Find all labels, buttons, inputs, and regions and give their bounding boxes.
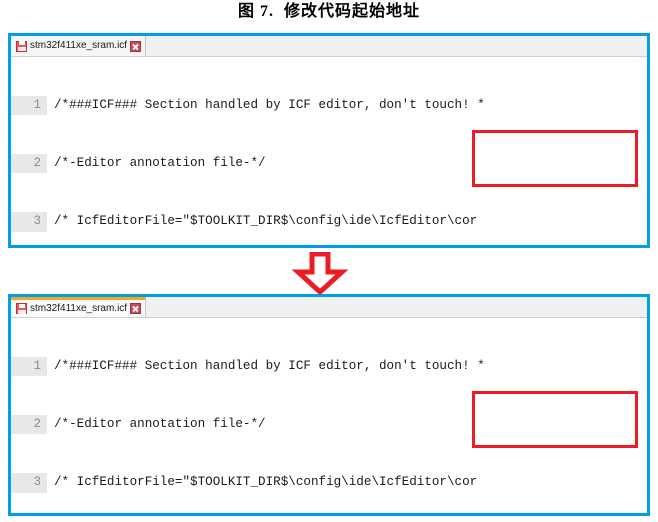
line-text: /*-Editor annotation file-*/ (54, 156, 266, 171)
code-line: 2 /*-Editor annotation file-*/ (11, 415, 647, 435)
line-text: /* IcfEditorFile="$TOOLKIT_DIR$\config\i… (54, 214, 478, 229)
close-icon[interactable] (130, 303, 142, 314)
down-arrow-icon (292, 252, 348, 294)
line-text: /* IcfEditorFile="$TOOLKIT_DIR$\config\i… (54, 475, 478, 490)
code-line: 1 /*###ICF### Section handled by ICF edi… (11, 356, 647, 377)
editor-panel-before: stm32f411xe_sram.icf 1 /*###ICF### Secti… (8, 33, 650, 248)
close-icon[interactable] (130, 40, 142, 52)
line-text: /*###ICF### Section handled by ICF edito… (54, 97, 485, 112)
tab-bar-before: stm32f411xe_sram.icf (11, 36, 647, 57)
line-number: 1 (11, 95, 47, 116)
code-line: 1 /*###ICF### Section handled by ICF edi… (11, 95, 647, 116)
line-number: 1 (11, 356, 47, 377)
code-line: 2 /*-Editor annotation file-*/ (11, 154, 647, 174)
tab-bar-empty-space (146, 297, 647, 317)
tab-label: stm32f411xe_sram.icf (30, 40, 128, 51)
line-number: 2 (11, 154, 47, 174)
line-number: 3 (11, 212, 47, 232)
code-line: 3 /* IcfEditorFile="$TOOLKIT_DIR$\config… (11, 212, 647, 232)
tab-label: stm32f411xe_sram.icf (30, 302, 128, 314)
figure-caption: 图 7. 修改代码起始地址 (237, 3, 420, 20)
floppy-disk-icon (16, 40, 27, 52)
code-line: 3 /* IcfEditorFile="$TOOLKIT_DIR$\config… (11, 473, 647, 493)
code-area-after[interactable]: 1 /*###ICF### Section handled by ICF edi… (11, 318, 647, 513)
line-number: 2 (11, 415, 47, 435)
tab-bar-empty-space (146, 36, 647, 56)
tab-stm32f411xe-sram-icf-before[interactable]: stm32f411xe_sram.icf (11, 36, 147, 56)
code-area-before[interactable]: 1 /*###ICF### Section handled by ICF edi… (11, 57, 647, 245)
line-text: /*-Editor annotation file-*/ (54, 417, 266, 432)
line-text: /*###ICF### Section handled by ICF edito… (54, 358, 485, 373)
line-number: 3 (11, 473, 47, 493)
floppy-disk-icon (16, 303, 27, 314)
editor-panel-after: stm32f411xe_sram.icf 1 /*###ICF### Secti… (8, 294, 650, 516)
tab-bar-after: stm32f411xe_sram.icf (11, 297, 647, 318)
tab-stm32f411xe-sram-icf-after[interactable]: stm32f411xe_sram.icf (11, 297, 147, 317)
